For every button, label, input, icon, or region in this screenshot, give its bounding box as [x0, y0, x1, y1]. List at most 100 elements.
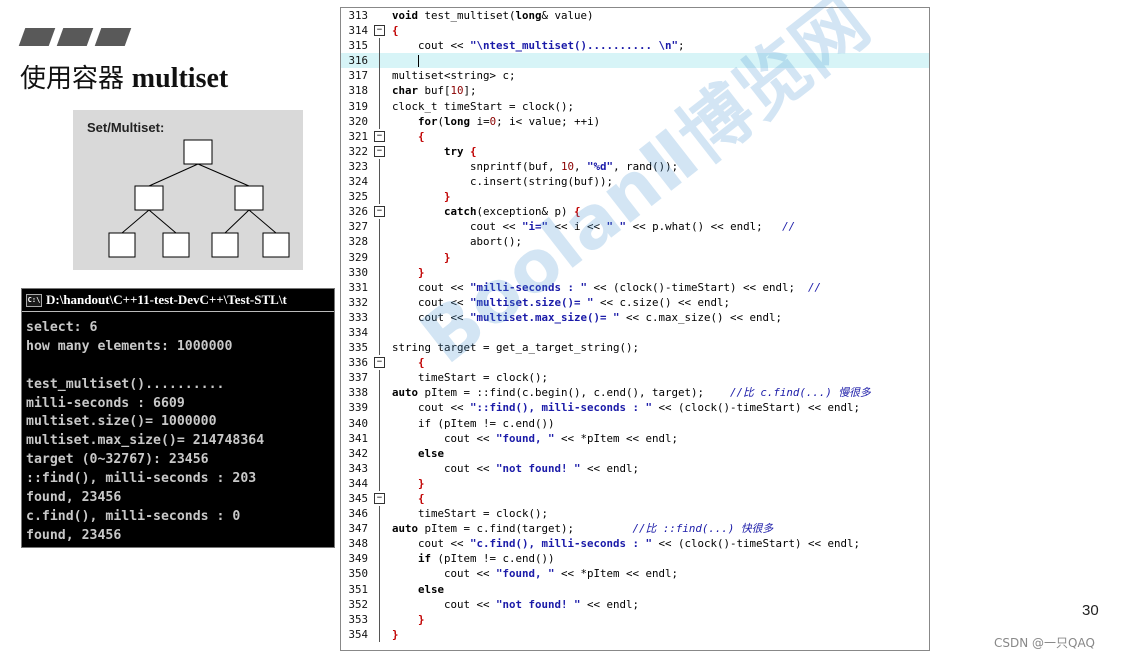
line-number: 338 — [348, 386, 368, 400]
code-line[interactable]: 318 char buf[10]; — [341, 83, 929, 99]
line-number: 353 — [348, 612, 368, 626]
code-line[interactable]: 319 clock_t timeStart = clock(); — [341, 98, 929, 114]
tree-node-leaf — [211, 232, 239, 258]
code-line[interactable]: 334 — [341, 324, 929, 341]
line-number: 327 — [348, 220, 368, 234]
line-number: 347 — [348, 522, 368, 536]
title-decoration-bars — [18, 28, 132, 48]
tree-node-root — [183, 139, 213, 165]
code-line[interactable]: 327 cout << "i=" << i << " " << p.what()… — [341, 219, 929, 235]
line-number: 330 — [348, 265, 368, 279]
line-number: 334 — [348, 325, 368, 339]
code-line[interactable]: 330 } — [341, 264, 929, 280]
code-line[interactable]: 313 void test_multiset(long& value) — [341, 8, 929, 23]
code-line[interactable]: 328 abort(); — [341, 234, 929, 250]
fold-toggle-icon[interactable]: − — [374, 130, 385, 142]
fold-toggle-icon[interactable]: − — [374, 206, 385, 218]
code-line[interactable]: 346 timeStart = clock(); — [341, 506, 929, 522]
line-number: 354 — [348, 627, 368, 641]
code-line[interactable]: 324 c.insert(string(buf)); — [341, 174, 929, 190]
code-line[interactable]: 345− { — [341, 491, 929, 506]
tree-node-left — [134, 185, 164, 211]
fold-toggle-icon[interactable]: − — [374, 493, 385, 504]
code-line[interactable]: 337 timeStart = clock(); — [341, 370, 929, 386]
line-number: 348 — [348, 537, 368, 551]
console-titlebar[interactable]: C:\ D:\handout\C++11-test-DevC++\Test-ST… — [22, 289, 334, 312]
code-line[interactable]: 354} — [341, 626, 929, 642]
code-line[interactable]: 326− catch(exception& p) { — [341, 204, 929, 219]
code-line[interactable]: 335 string target = get_a_target_string()… — [341, 340, 929, 356]
code-line[interactable]: 352 cout << "not found! " << endl; — [341, 596, 929, 612]
line-number: 317 — [348, 69, 368, 83]
line-number: 342 — [348, 446, 368, 460]
tree-node-leaf — [262, 232, 290, 258]
code-line[interactable]: 333 cout << "multiset.max_size()= " << c… — [341, 309, 929, 325]
line-number: 321 — [348, 129, 368, 143]
slide-title: 使用容器 multiset — [20, 58, 228, 95]
line-number: 352 — [348, 597, 368, 611]
line-number: 313 — [348, 9, 368, 22]
text-cursor — [418, 55, 420, 68]
code-line[interactable]: 347 auto pItem = c.find(target); //比 ::fi… — [341, 521, 929, 537]
line-number: 331 — [348, 280, 368, 294]
fold-toggle-icon[interactable]: − — [374, 25, 385, 37]
set-multiset-diagram: Set/Multiset: — [73, 110, 303, 270]
console-output: select: 6 how many elements: 1000000 tes… — [22, 312, 334, 546]
code-line[interactable]: 348 cout << "c.find(), milli-seconds : "… — [341, 536, 929, 552]
console-window: C:\ D:\handout\C++11-test-DevC++\Test-ST… — [21, 288, 335, 548]
slide-title-cjk: 使用容器 — [20, 64, 125, 94]
code-line[interactable]: 331 cout << "milli-seconds : " << (clock… — [341, 279, 929, 295]
code-line[interactable]: 322− try { — [341, 144, 929, 159]
code-line[interactable]: 344 } — [341, 475, 929, 491]
code-line[interactable]: 332 cout << "multiset.size()= " << c.siz… — [341, 294, 929, 310]
line-number: 336 — [348, 356, 368, 370]
code-line[interactable]: 340 if (pItem != c.end()) — [341, 415, 929, 431]
line-number: 318 — [348, 84, 368, 98]
code-line[interactable]: 325 } — [341, 189, 929, 205]
code-line[interactable]: 351 else — [341, 581, 929, 597]
code-line[interactable]: 341 cout << "found, " << *pItem << endl; — [341, 430, 929, 446]
console-line: found, 23456 — [26, 527, 122, 543]
line-number: 351 — [348, 582, 368, 596]
line-number: 341 — [348, 431, 368, 445]
line-number: 346 — [348, 507, 368, 521]
fold-toggle-icon[interactable]: − — [374, 145, 385, 157]
code-line[interactable]: 314−{ — [341, 23, 929, 38]
code-line[interactable]: 315 cout << "\ntest_multiset()..........… — [341, 38, 929, 54]
line-number: 345 — [348, 492, 368, 505]
line-number: 350 — [348, 567, 368, 581]
code-line[interactable]: 343 cout << "not found! " << endl; — [341, 460, 929, 476]
line-number: 322 — [348, 144, 368, 158]
console-app-icon: C:\ — [26, 293, 42, 307]
fold-toggle-icon[interactable]: − — [374, 357, 385, 369]
console-title: D:\handout\C++11-test-DevC++\Test-STL\t — [46, 292, 287, 307]
credit-label: CSDN @一只QAQ — [994, 636, 1095, 650]
code-line[interactable]: 338 auto pItem = ::find(c.begin(), c.end(… — [341, 385, 929, 401]
tree-node-right — [234, 185, 264, 211]
line-number: 337 — [348, 371, 368, 385]
code-line[interactable]: 321− { — [341, 129, 929, 144]
tree-diagram-svg — [108, 139, 290, 258]
code-line[interactable]: 329 } — [341, 249, 929, 265]
code-line[interactable]: 349 if (pItem != c.end()) — [341, 551, 929, 567]
code-line[interactable]: 336− { — [341, 355, 929, 370]
line-number: 324 — [348, 175, 368, 189]
line-number: 314 — [348, 24, 368, 38]
console-line: test_multiset().......... — [26, 376, 225, 392]
tree-node-leaf — [108, 232, 136, 258]
code-line[interactable]: 339 cout << "::find(), milli-seconds : "… — [341, 400, 929, 416]
page-number: 30 — [1082, 602, 1099, 619]
line-number: 339 — [348, 401, 368, 415]
code-line[interactable]: 350 cout << "found, " << *pItem << endl; — [341, 566, 929, 582]
code-line[interactable]: 353 } — [341, 611, 929, 627]
code-line[interactable]: 323 snprintf(buf, 10, "%d", rand()); — [341, 158, 929, 175]
code-line[interactable]: 320 for(long i=0; i< value; ++i) — [341, 113, 929, 129]
code-line[interactable]: 342 else — [341, 445, 929, 461]
code-line[interactable]: 317 multiset<string> c; — [341, 68, 929, 84]
code-editor[interactable]: 313 void test_multiset(long& value) 314−{… — [340, 7, 930, 651]
code-line-current[interactable]: 316 — [341, 53, 929, 69]
line-number: 325 — [348, 190, 368, 204]
line-number: 333 — [348, 310, 368, 324]
line-number: 328 — [348, 235, 368, 249]
